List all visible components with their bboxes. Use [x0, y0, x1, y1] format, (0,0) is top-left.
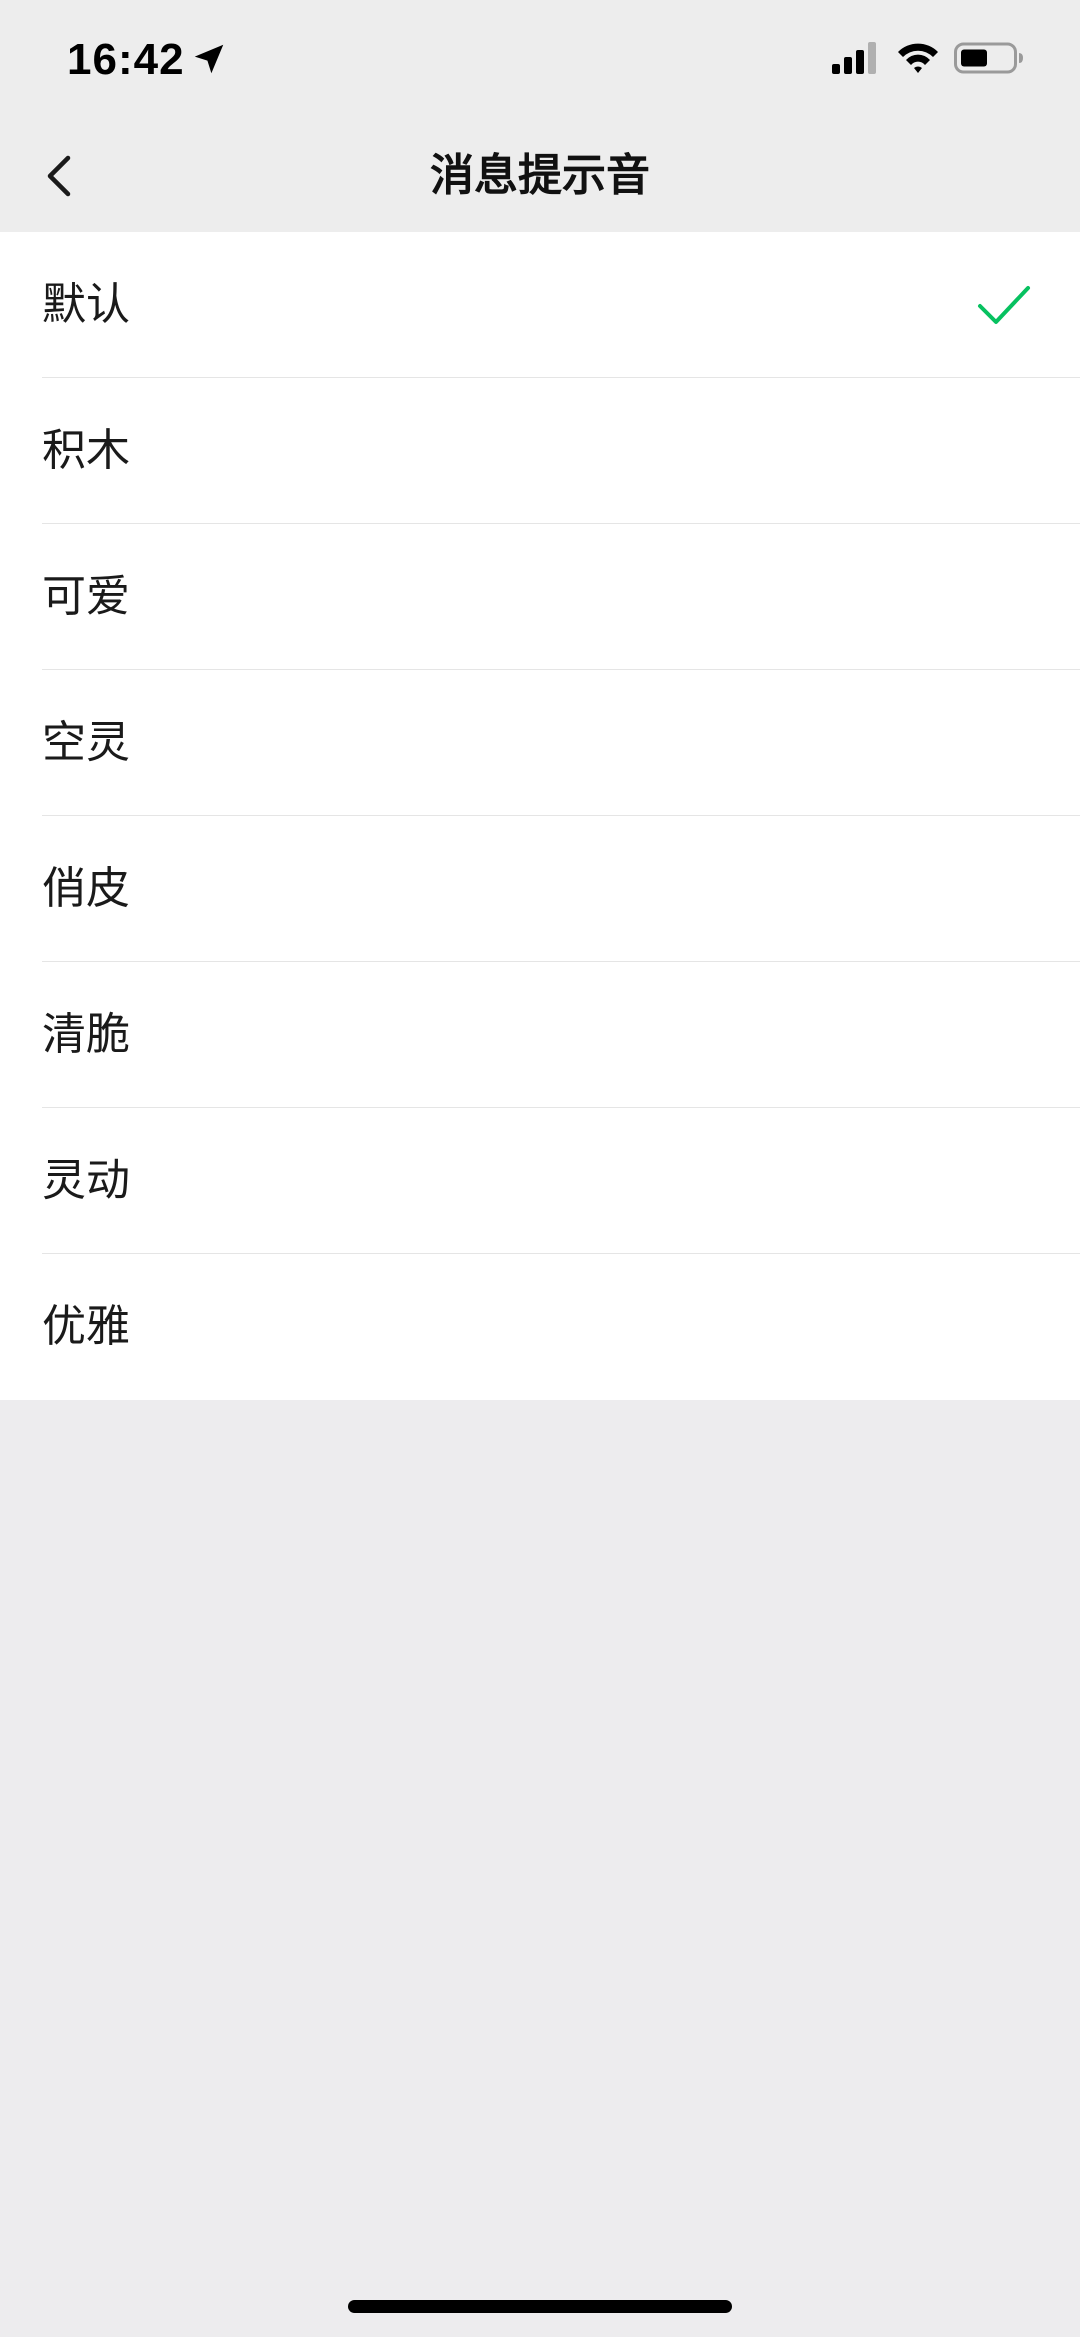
- sound-option-cute[interactable]: 可爱: [0, 524, 1080, 670]
- sound-option-list: 默认 积木 可爱 空灵 俏皮 清脆 灵动 优雅: [0, 232, 1080, 1400]
- list-item-label: 优雅: [42, 1301, 130, 1352]
- sound-option-ethereal[interactable]: 空灵: [0, 670, 1080, 816]
- home-indicator[interactable]: [348, 2300, 732, 2313]
- sound-option-playful[interactable]: 俏皮: [0, 816, 1080, 962]
- cellular-signal-icon: [832, 42, 880, 74]
- wifi-icon: [896, 40, 940, 76]
- battery-icon: [954, 40, 1024, 76]
- status-time: 16:42: [67, 35, 185, 84]
- sound-option-default[interactable]: 默认: [0, 232, 1080, 378]
- sound-option-blocks[interactable]: 积木: [0, 378, 1080, 524]
- location-arrow-icon: [190, 40, 228, 78]
- status-bar: 16:42: [0, 0, 1080, 120]
- page-title: 消息提示音: [430, 150, 650, 201]
- sound-option-lively[interactable]: 灵动: [0, 1108, 1080, 1254]
- list-item-label: 灵动: [42, 1155, 130, 1206]
- list-item-label: 默认: [42, 279, 130, 330]
- list-item-label: 空灵: [42, 717, 130, 768]
- list-item-label: 清脆: [42, 1009, 130, 1060]
- sound-option-elegant[interactable]: 优雅: [0, 1254, 1080, 1400]
- list-item-label: 俏皮: [42, 863, 130, 914]
- checkmark-icon: [976, 280, 1032, 330]
- sound-option-crisp[interactable]: 清脆: [0, 962, 1080, 1108]
- back-button[interactable]: [30, 144, 94, 208]
- list-item-label: 积木: [42, 425, 130, 476]
- chevron-left-icon: [47, 155, 71, 197]
- navigation-bar: 消息提示音: [0, 120, 1080, 232]
- list-item-label: 可爱: [42, 571, 130, 622]
